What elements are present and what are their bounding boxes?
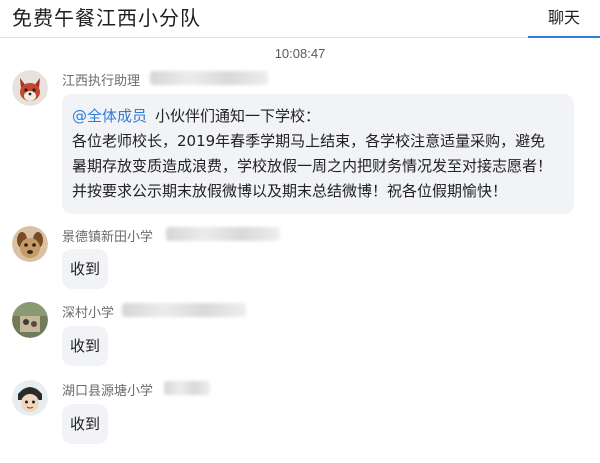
message-bubble[interactable]: 收到 <box>62 404 108 444</box>
message-line: 暑期存放变质造成浪费，学校放假一周之内把财务情况发至对接志愿者！ <box>72 157 553 175</box>
message-line: 小伙伴们通知一下学校： <box>155 107 321 125</box>
chat-header: 免费午餐江西小分队 聊天 <box>0 0 600 38</box>
sender-name: 湖口县源塘小学 <box>62 384 154 399</box>
fox-avatar[interactable] <box>12 70 48 106</box>
cartoon-avatar[interactable] <box>12 380 48 416</box>
message-line: 并按要求公示期末放假微博以及期末总结微博！祝各位假期愉快！ <box>72 182 508 200</box>
message-bubble[interactable]: @全体成员 小伙伴们通知一下学校： 各位老师校长，2019年春季学期马上结束，各学… <box>62 94 574 214</box>
group-title: 免费午餐江西小分队 <box>12 6 201 30</box>
sender-name: 江西执行助理 <box>62 74 141 89</box>
message-timestamp: 10:08:47 <box>274 46 326 61</box>
redacted-name <box>166 227 280 241</box>
sender-name: 深村小学 <box>62 306 115 321</box>
message-bubble[interactable]: 收到 <box>62 326 108 366</box>
redacted-name <box>150 71 268 85</box>
message-line: 各位老师校长，2019年春季学期马上结束，各学校注意适量采购，避免 <box>72 132 546 150</box>
mention-all-link[interactable]: @全体成员 <box>72 107 147 125</box>
sender-name: 景德镇新田小学 <box>62 230 154 245</box>
message-bubble[interactable]: 收到 <box>62 249 108 289</box>
redacted-name <box>164 381 210 395</box>
dog-avatar[interactable] <box>12 226 48 262</box>
redacted-name <box>122 303 246 317</box>
chat-area[interactable]: 10:08:47 江西执行助理 @全体成员 小伙伴们通知一下学校： 各位老师校长，… <box>0 38 600 463</box>
photo-avatar[interactable] <box>12 302 48 338</box>
tab-chat[interactable]: 聊天 <box>528 0 600 38</box>
